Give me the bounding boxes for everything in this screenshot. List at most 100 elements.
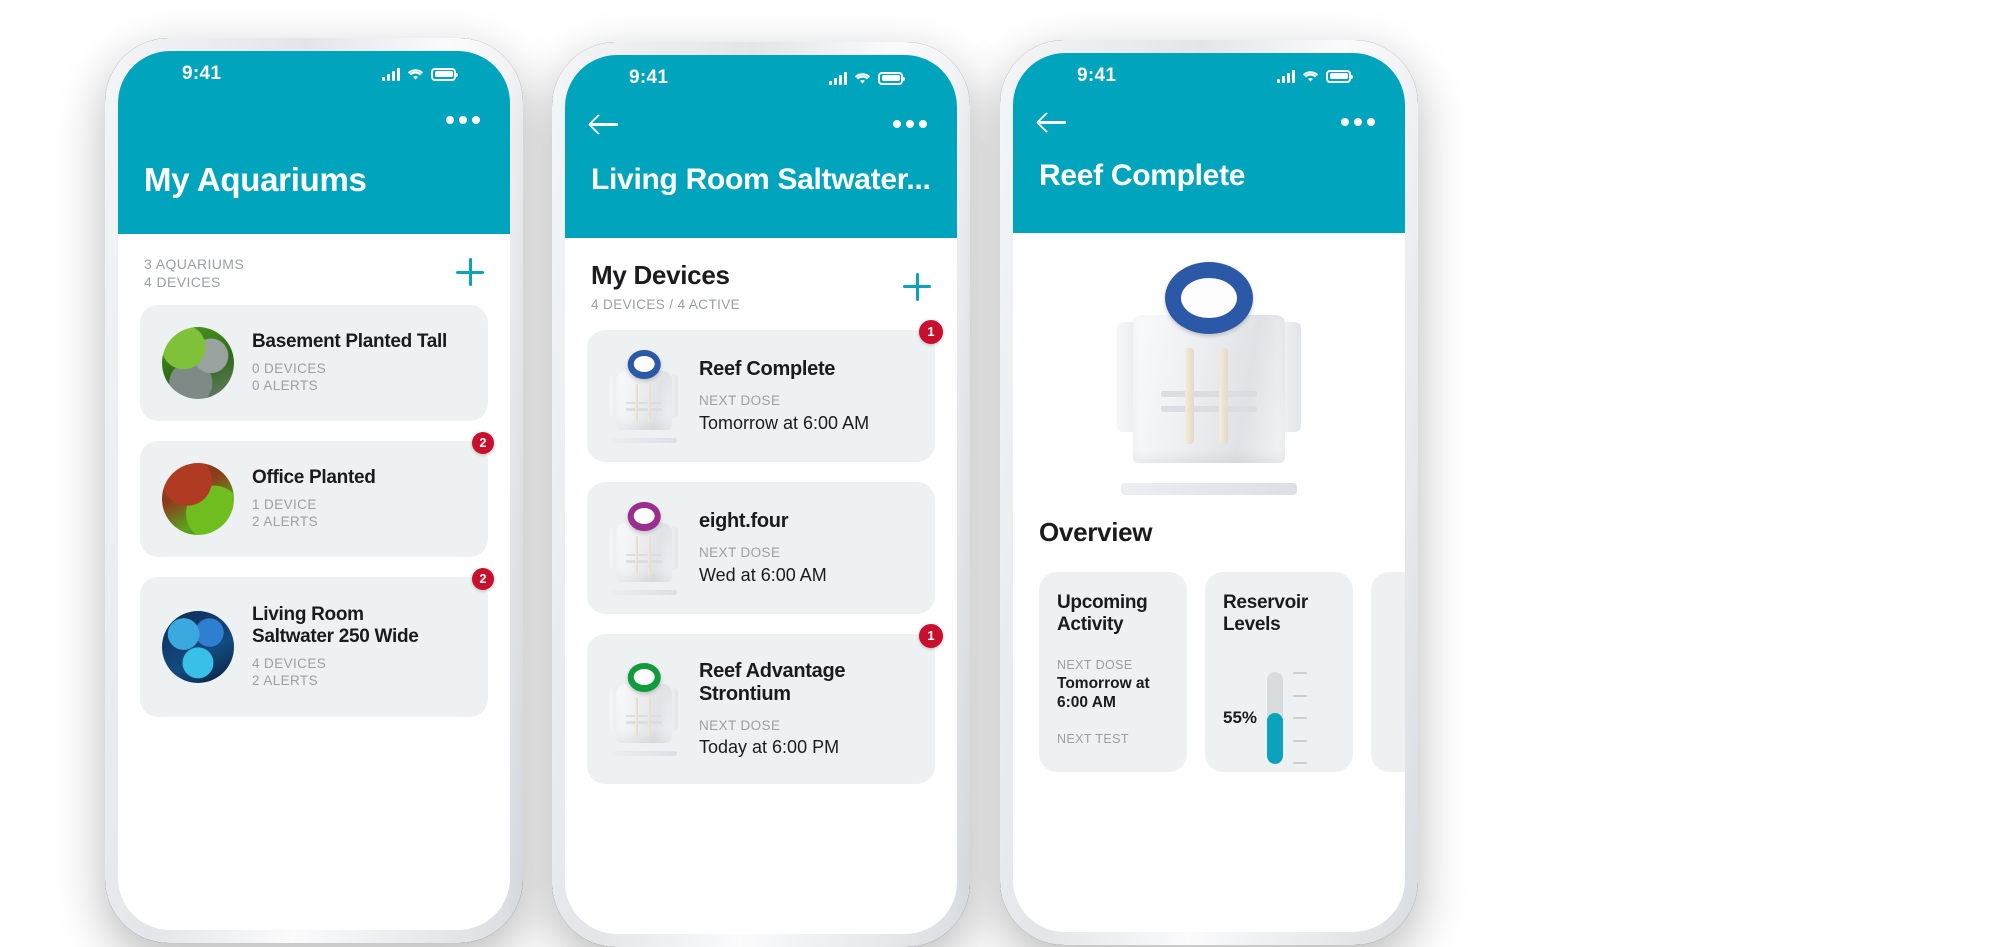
cellular-signal-icon [1277,69,1295,83]
kebab-menu-icon[interactable] [1341,118,1375,126]
wifi-icon [407,68,424,80]
aquarium-list-item[interactable]: Living Room Saltwater 250 Wide 4 DEVICES… [140,568,494,717]
phone-3-bezel: 9:41 Reef Complete Overview Upcoming Act… [1000,40,1418,945]
device-hero [1013,233,1405,507]
device-count-meta: 4 DEVICES / 4 ACTIVE [591,297,741,312]
device-next-label: NEXT DOSE [699,545,781,561]
phone-3-status-bar: 9:41 [1039,53,1379,99]
device-list-item[interactable]: eight.four NEXT DOSE Wed at 6:00 AM [587,481,935,614]
wifi-icon [1302,70,1319,82]
phone-1-status-bar: 9:41 [144,51,484,97]
kebab-menu-icon[interactable] [893,120,927,128]
wifi-icon [854,72,871,84]
status-system-icons [382,67,458,81]
cellular-signal-icon [382,67,400,81]
aquarium-list-item[interactable]: Basement Planted Tall 0 DEVICES 0 ALERTS [140,305,488,421]
battery-icon [431,67,458,81]
overview-cards: Upcoming Activity NEXT DOSE Tomorrow at … [1013,572,1405,772]
aquarium-name: Living Room Saltwater 250 Wide [252,604,419,647]
card-title: Upcoming Activity [1057,592,1148,636]
status-clock: 9:41 [182,63,222,84]
status-clock: 9:41 [1077,65,1117,86]
device-list-item[interactable]: Reef Advantage Strontium NEXT DOSE Today… [587,623,943,784]
kebab-menu-icon[interactable] [446,116,480,124]
phone-3-screen: 9:41 Reef Complete Overview Upcoming Act… [1013,53,1405,932]
screenshot-stage: 9:41 My Aquariums 3 AQUARIUMS 4 DEVICES … [0,0,2000,947]
upcoming-activity-card[interactable]: Upcoming Activity NEXT DOSE Tomorrow at … [1039,572,1187,772]
phone-2-header-actions [591,101,931,147]
device-next-label: NEXT DOSE [699,717,781,733]
phone-2-section-left: My Devices 4 DEVICES / 4 ACTIVE [591,260,740,314]
device-next-value: Wed at 6:00 AM [699,564,827,585]
device-list: Reef Complete NEXT DOSE Tomorrow at 6:00… [565,319,957,784]
device-next-value: Today at 6:00 PM [699,737,840,758]
back-arrow-icon[interactable] [591,111,621,137]
phone-1-section-header: 3 AQUARIUMS 4 DEVICES [118,256,510,291]
reservoir-gauge-fill [1267,713,1284,765]
reservoir-percent: 55% [1223,708,1258,728]
doser-device-icon [607,500,681,596]
battery-icon [878,71,905,85]
phone-1-counts: 3 AQUARIUMS 4 DEVICES [144,256,244,291]
device-name: Reef Complete [699,358,836,381]
aquarium-name: Basement Planted Tall [252,331,448,353]
phone-1-frame: 9:41 My Aquariums 3 AQUARIUMS 4 DEVICES … [105,38,523,943]
overview-title: Overview [1039,517,1153,547]
status-badge: 1 [919,319,943,344]
add-aquarium-button[interactable] [456,258,484,286]
aquarium-device-count: 0 DEVICES [252,360,327,376]
phone-2-section-header: My Devices 4 DEVICES / 4 ACTIVE [565,260,957,314]
status-badge: 1 [919,623,943,648]
reservoir-gauge-row: 55% [1223,672,1335,765]
phone-3-header: 9:41 Reef Complete [1013,53,1405,233]
device-next-value: Tomorrow at 6:00 AM [699,412,870,433]
phone-1-bezel: 9:41 My Aquariums 3 AQUARIUMS 4 DEVICES … [105,38,523,943]
device-list-item[interactable]: Reef Complete NEXT DOSE Tomorrow at 6:00… [587,319,943,462]
page-title: My Aquariums [144,161,367,198]
phone-3-frame: 9:41 Reef Complete Overview Upcoming Act… [1000,40,1418,945]
next-test-label: NEXT TEST [1057,732,1129,747]
phone-2-bezel: 9:41 Living Room Saltwater... My Devices… [552,42,970,947]
next-dose-value: Tomorrow at 6:00 AM [1057,675,1150,711]
aquarium-device-count: 4 DEVICES [252,655,327,671]
phone-2-header: 9:41 Living Room Saltwater... [565,55,957,238]
aquarium-thumbnail [162,463,234,535]
status-system-icons [829,71,905,85]
status-clock: 9:41 [629,67,669,88]
page-title: Reef Complete [1039,159,1246,192]
aquarium-thumbnail [162,327,234,399]
overview-card-partial[interactable] [1371,572,1405,772]
phone-2-screen: 9:41 Living Room Saltwater... My Devices… [565,55,957,934]
aquarium-alert-count: 0 ALERTS [252,378,318,394]
battery-icon [1326,69,1353,83]
phone-3-header-actions [1039,99,1379,145]
phone-1-header-actions [144,97,484,143]
phone-2-status-bar: 9:41 [591,55,931,101]
gauge-ticks [1293,672,1308,765]
phone-1-header: 9:41 My Aquariums [118,51,510,234]
page-title: Living Room Saltwater... [591,163,931,196]
aquarium-list-item[interactable]: Office Planted 1 DEVICE 2 ALERTS 2 [140,432,494,557]
back-arrow-icon[interactable] [1039,109,1069,135]
phone-1-screen: 9:41 My Aquariums 3 AQUARIUMS 4 DEVICES … [118,51,510,930]
status-badge: 2 [472,568,494,590]
add-device-button[interactable] [903,272,931,301]
doser-device-icon [607,661,681,757]
device-name: Reef Advantage Strontium [699,659,846,705]
device-count: 4 DEVICES [144,273,221,290]
next-dose-label: NEXT DOSE [1057,658,1133,673]
card-title: Reservoir Levels [1223,592,1308,636]
aquarium-alert-count: 2 ALERTS [252,514,318,530]
status-badge: 2 [472,432,494,454]
aquarium-list: Basement Planted Tall 0 DEVICES 0 ALERTS… [118,305,510,717]
reservoir-gauge [1267,672,1284,765]
aquarium-count: 3 AQUARIUMS [144,256,245,272]
cellular-signal-icon [829,71,847,85]
status-system-icons [1277,69,1353,83]
aquarium-name: Office Planted [252,467,376,489]
reservoir-levels-card[interactable]: Reservoir Levels 55% [1205,572,1353,772]
section-title: My Devices [591,260,730,290]
device-name: eight.four [699,510,789,533]
aquarium-thumbnail [162,611,234,683]
aquarium-device-count: 1 DEVICE [252,496,317,512]
